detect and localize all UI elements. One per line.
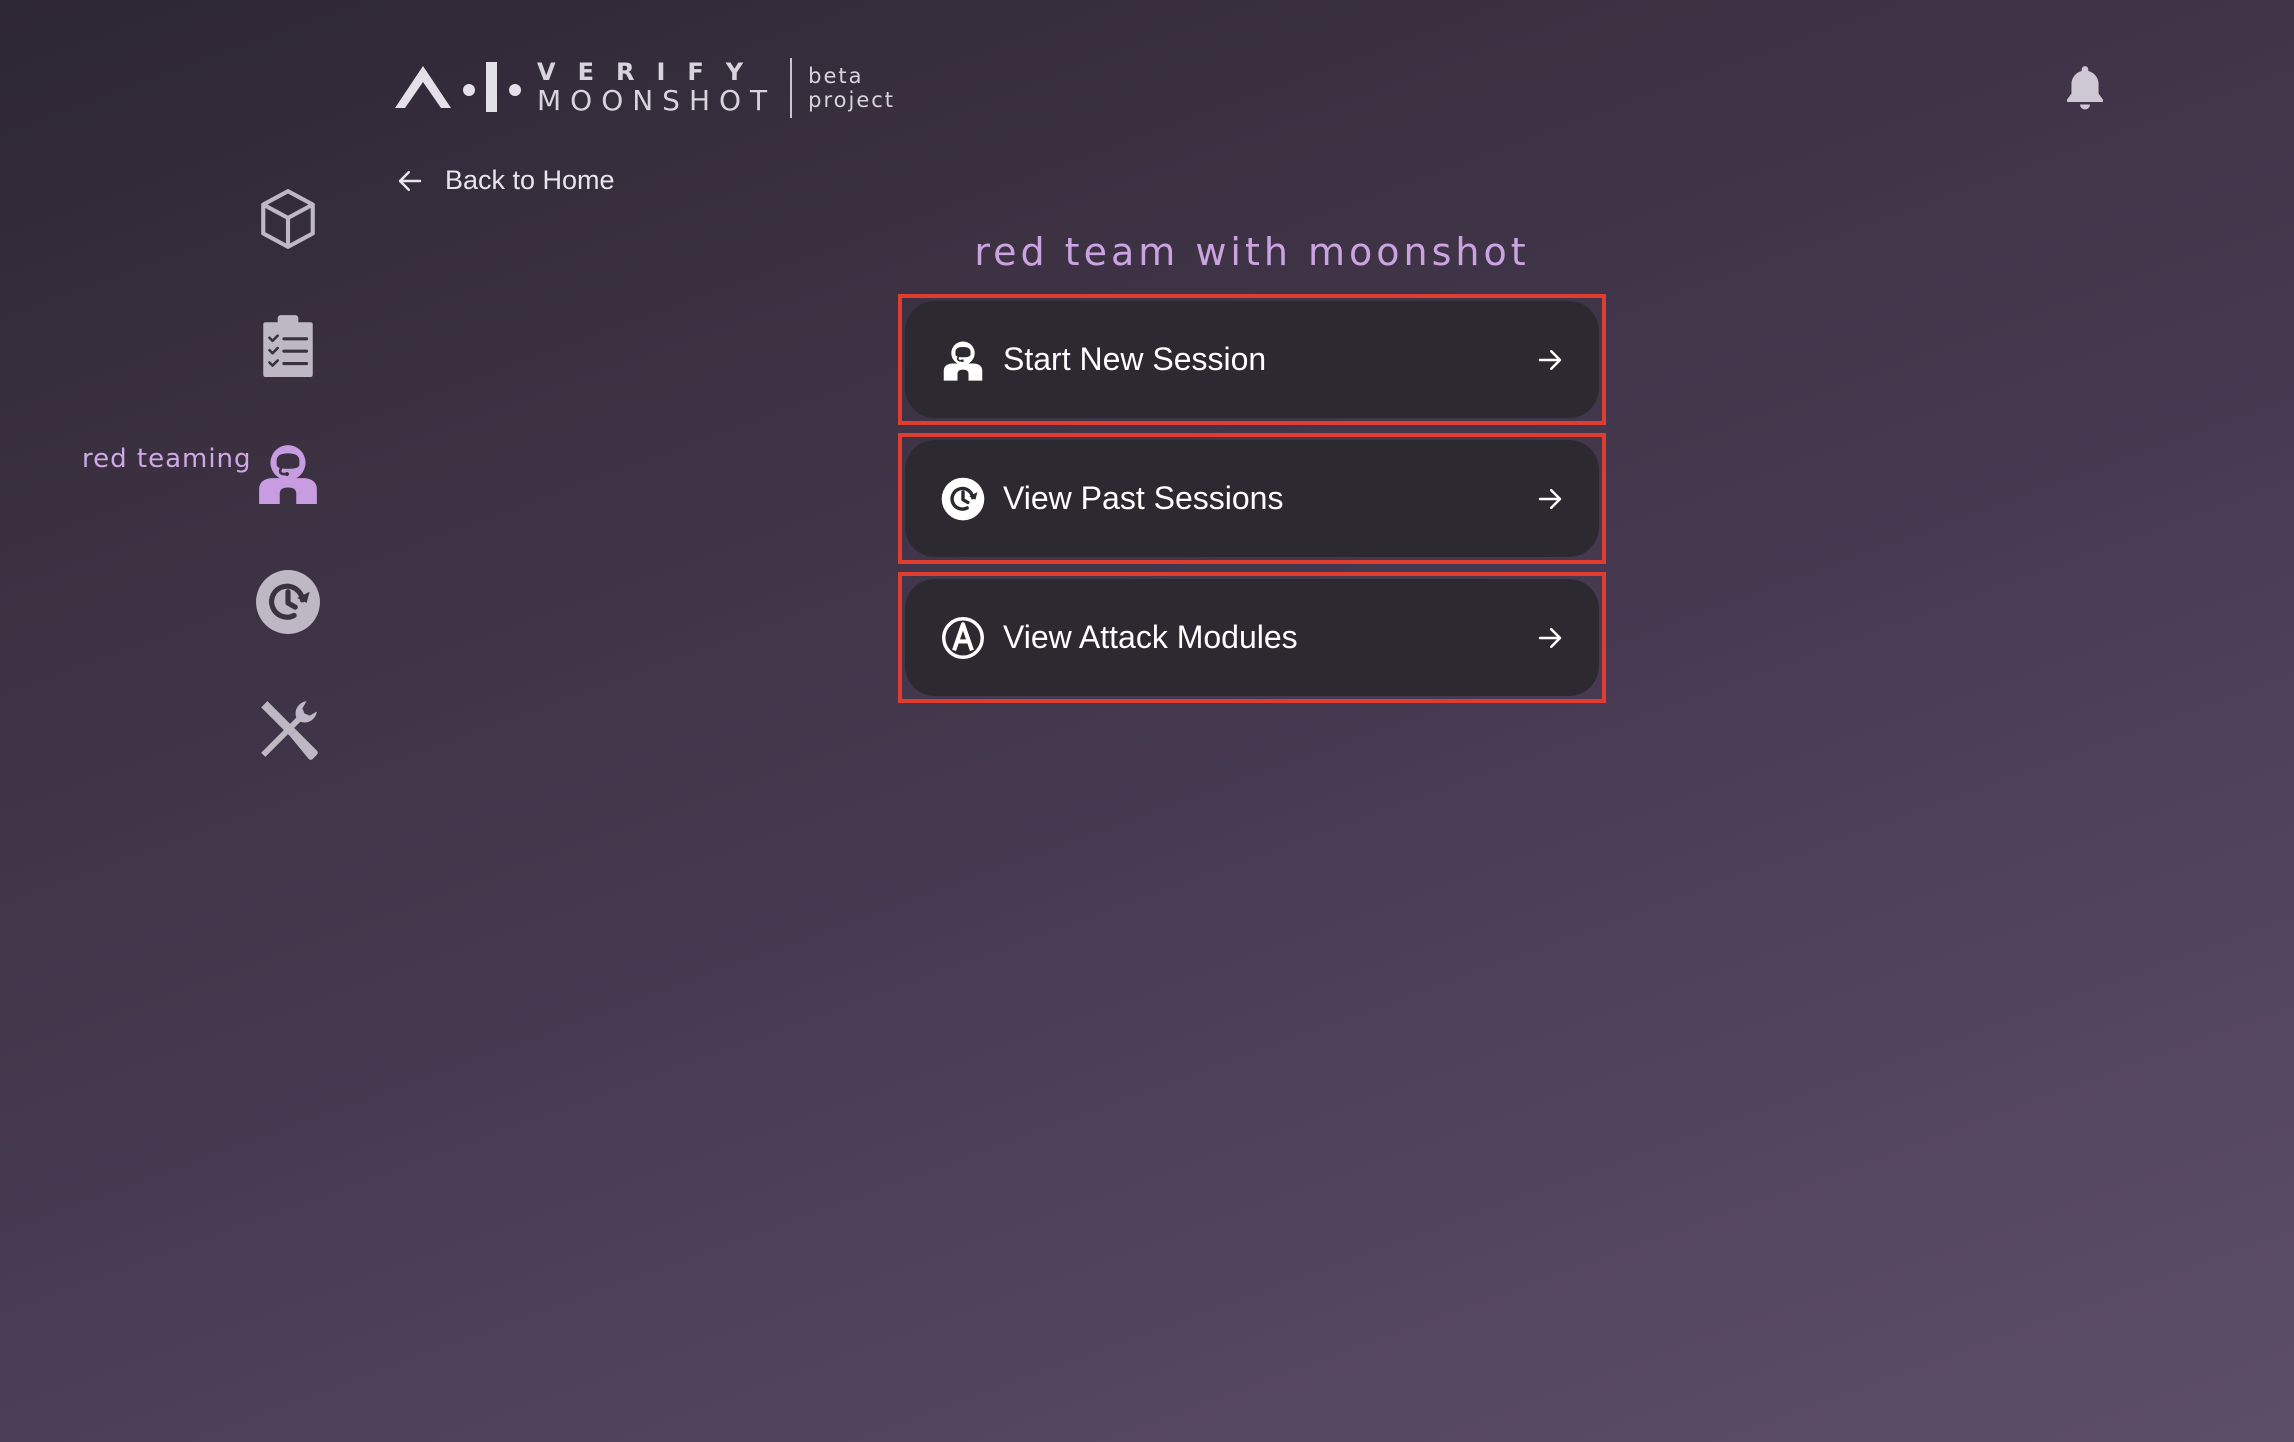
page-title: red team with moonshot	[974, 230, 1530, 274]
brand-tag-line-1: beta	[808, 64, 864, 88]
history-icon	[941, 477, 985, 520]
back-to-home-label: Back to Home	[445, 165, 615, 195]
sidebar-item-label: red teaming	[82, 444, 252, 474]
brand-tag-line-2: project	[808, 88, 896, 112]
start-new-session-button[interactable]: Start New Session	[898, 294, 1606, 425]
arrow-left-icon	[398, 170, 422, 191]
sidebar-item-red-teaming[interactable]	[255, 440, 321, 506]
clipboard-list-icon	[263, 315, 313, 377]
sidebar-item-utilities[interactable]	[255, 697, 321, 763]
cube-icon	[261, 189, 315, 249]
logo-divider	[790, 58, 793, 118]
view-attack-modules-label: View Attack Modules	[1003, 619, 1298, 655]
view-past-sessions-button[interactable]: View Past Sessions	[898, 433, 1606, 564]
bell-icon	[2067, 66, 2103, 110]
app-logo: VERIFY MOONSHOT beta project	[393, 56, 895, 120]
arrow-right-icon	[1538, 488, 1562, 509]
sidebar-item-benchmarks[interactable]	[255, 313, 321, 379]
astronaut-icon	[259, 445, 317, 504]
start-new-session-label: Start New Session	[1003, 341, 1267, 377]
arrow-right-icon	[1538, 627, 1562, 648]
sidebar-item-models[interactable]	[255, 186, 321, 252]
view-attack-modules-button[interactable]: View Attack Modules	[898, 572, 1606, 703]
view-past-sessions-label: View Past Sessions	[1003, 480, 1284, 516]
logo-mark-icon	[395, 62, 521, 112]
sidebar-item-history[interactable]	[255, 569, 321, 635]
attack-module-icon	[942, 616, 984, 659]
brand-line-1: VERIFY	[537, 58, 766, 86]
astronaut-icon	[943, 340, 983, 381]
brand-line-2: MOONSHOT	[537, 84, 777, 117]
history-icon	[256, 570, 320, 634]
back-to-home-link[interactable]: Back to Home	[395, 165, 615, 196]
arrow-right-icon	[1538, 349, 1562, 370]
tools-icon	[261, 701, 318, 760]
notifications-button[interactable]	[2060, 60, 2110, 114]
